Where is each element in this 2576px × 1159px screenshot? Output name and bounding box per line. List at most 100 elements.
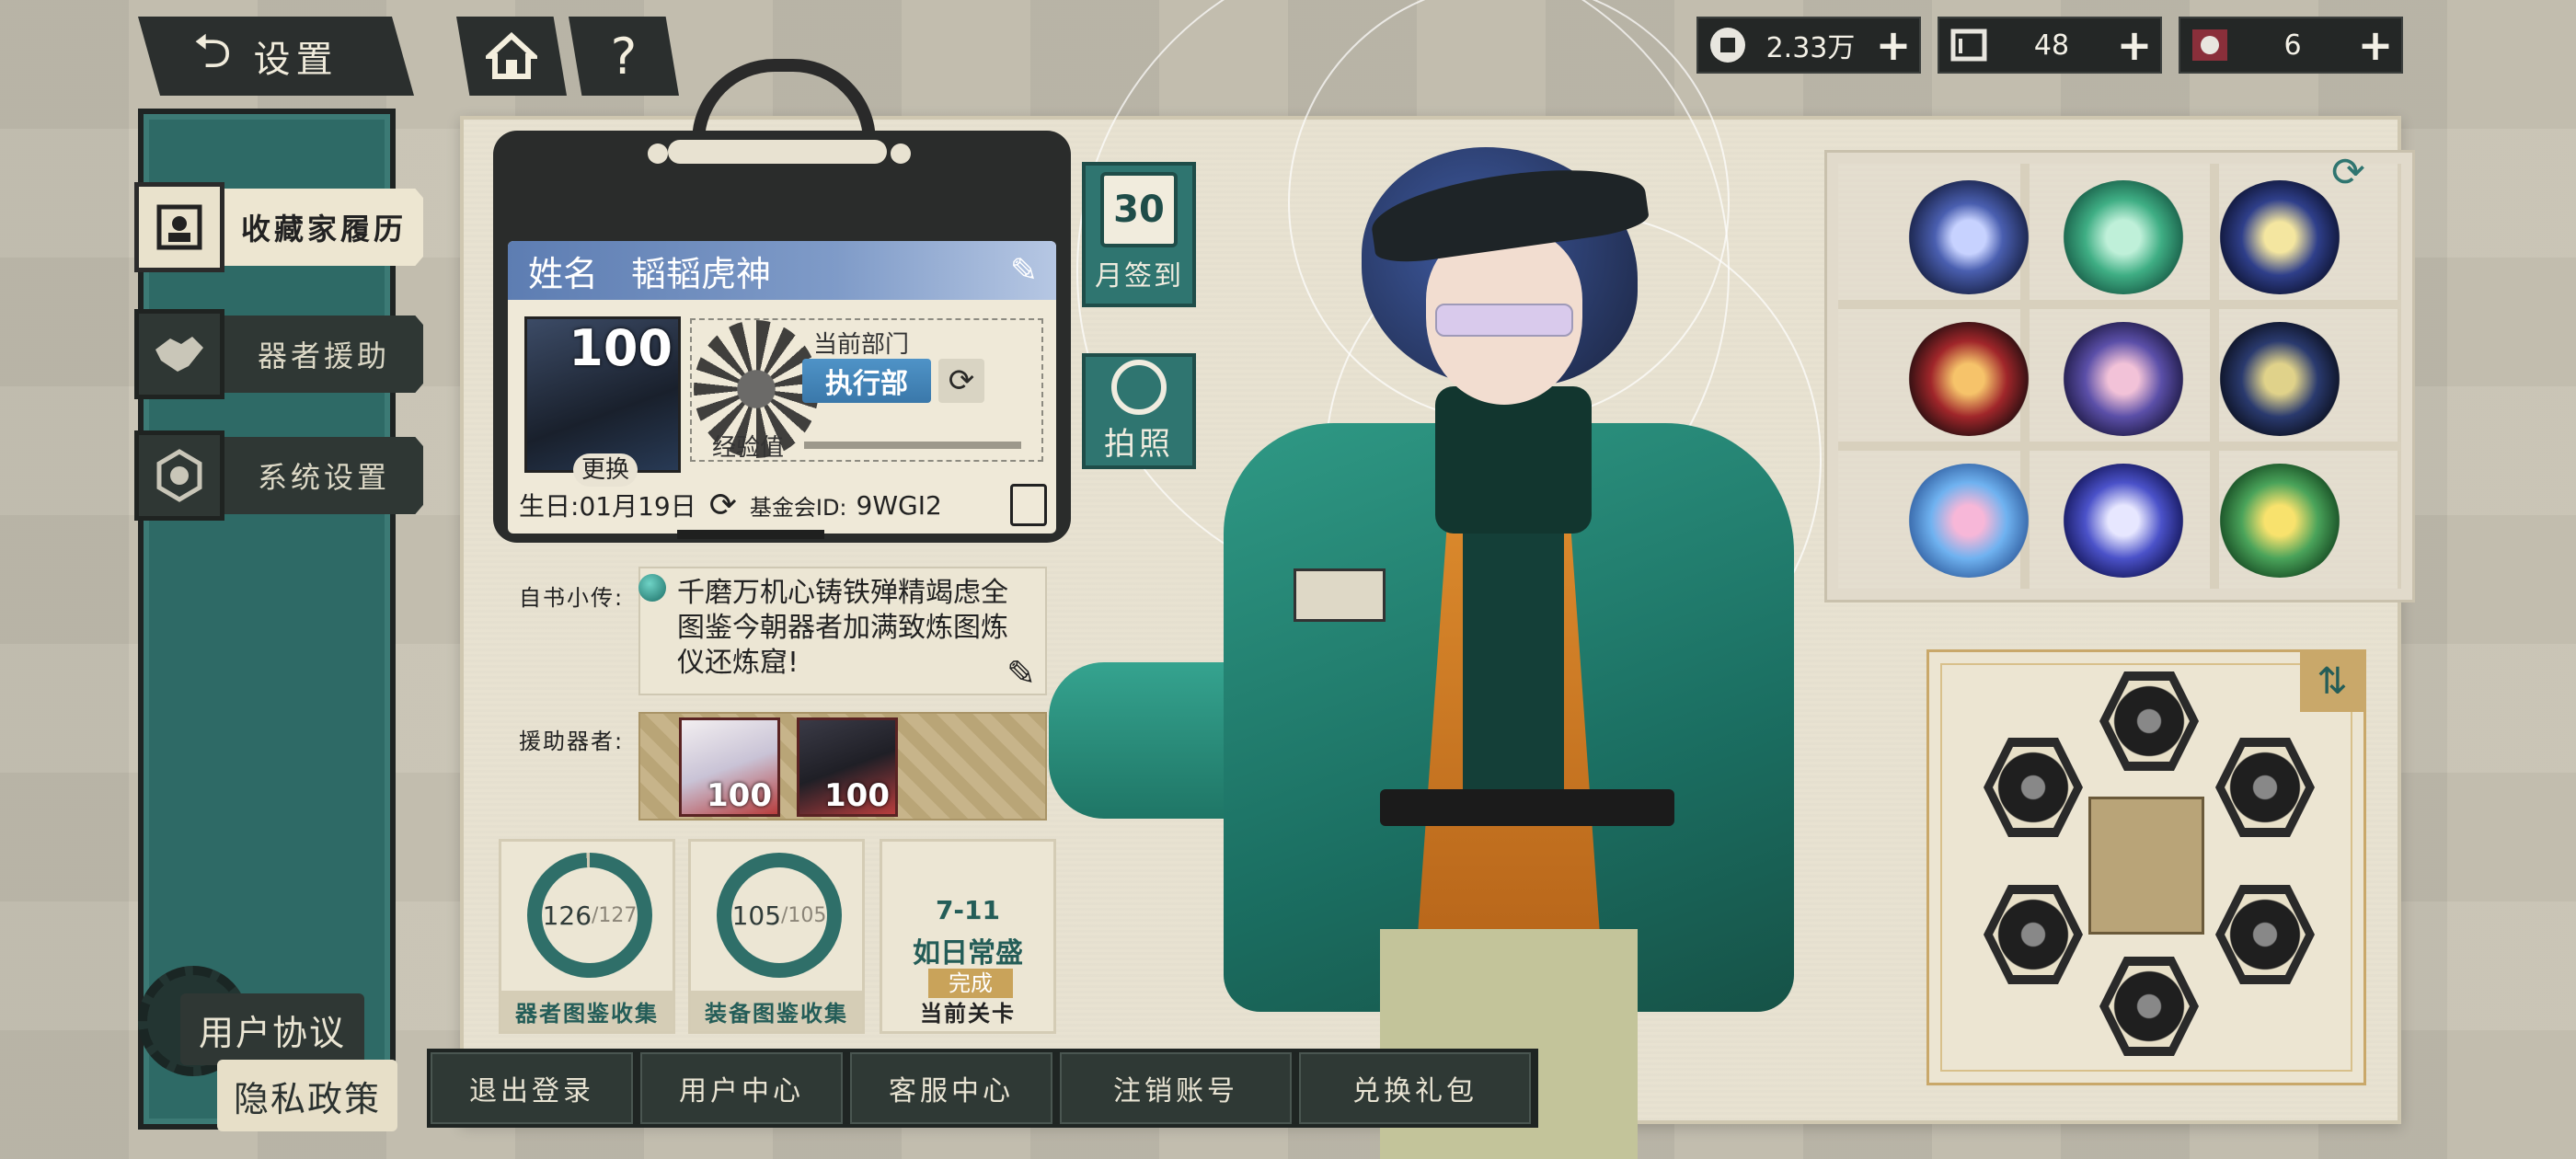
achievement-badge[interactable] [2061, 322, 2186, 436]
hero-total: /127 [592, 903, 638, 927]
assist-member-level: 100 [824, 777, 890, 814]
assist-member-card[interactable]: 100 [797, 717, 898, 817]
monthly-signin-button[interactable]: 30 月签到 [1082, 162, 1196, 307]
logout-button[interactable]: 退出登录 [431, 1052, 633, 1124]
equipment-progress-ring: 105/105 [717, 853, 842, 978]
card-hole [648, 143, 668, 164]
achievement-badge[interactable] [2217, 464, 2342, 578]
refresh-shelf-icon[interactable]: ⟳ [2331, 149, 2365, 196]
sidebar-item-collector-profile[interactable]: 收藏家履历 [134, 182, 423, 272]
bio-text: 千磨万机心铸铁殚精竭虑全图鉴今朝器者加满致炼图炼仪还炼窟! [677, 577, 1008, 679]
add-scroll-button[interactable]: + [2109, 20, 2160, 70]
equipment-total: /105 [781, 903, 827, 927]
coin-icon [1702, 19, 1754, 71]
department-label: 当前部门 [813, 331, 910, 359]
redeem-gift-button[interactable]: 兑换礼包 [1299, 1052, 1531, 1124]
avatar[interactable]: 100 更换 [524, 316, 681, 487]
achievement-badge[interactable] [2061, 464, 2186, 578]
sidebar-item-label: 收藏家履历 [224, 189, 423, 266]
photo-button[interactable]: 拍照 [1082, 353, 1196, 469]
ticket-value: 6 [2283, 29, 2302, 62]
character-id-badge [1294, 568, 1386, 622]
achievement-badge[interactable] [2061, 180, 2186, 294]
fund-id-value: 9WGI2 [856, 489, 942, 521]
current-stage-label: 当前关卡 [920, 1000, 1016, 1027]
shelf-divider [1838, 442, 2401, 451]
achievement-badge[interactable] [2217, 322, 2342, 436]
edit-name-icon[interactable]: ✎ [1010, 252, 1038, 290]
coin-value: 2.33万 [1765, 32, 1856, 64]
privacy-policy-button[interactable]: 隐私政策 [217, 1060, 397, 1131]
sidebar-item-assist[interactable]: 器者援助 [134, 309, 423, 399]
add-coin-button[interactable]: + [1868, 20, 1919, 70]
photo-label: 拍照 [1104, 425, 1174, 463]
currency-ticket: 6 + [2179, 17, 2403, 74]
character-glasses [1435, 304, 1573, 337]
hero-collection-stat[interactable]: 126/127 器者图鉴收集 [499, 839, 675, 1034]
center-scroll-emblem[interactable] [2088, 797, 2204, 935]
player-level: 100 [569, 319, 673, 377]
name-bar: 姓名 韬韬虎神 ✎ [508, 241, 1056, 300]
stage-name: 如日常盛 [913, 937, 1023, 970]
home-button[interactable] [456, 17, 567, 96]
copy-id-icon[interactable] [1010, 484, 1047, 526]
hero-current: 126 [542, 900, 592, 931]
scroll-value: 48 [2033, 29, 2070, 62]
equipment-collection-stat[interactable]: 105/105 装备图鉴收集 [688, 839, 865, 1034]
delete-account-button[interactable]: 注销账号 [1060, 1052, 1292, 1124]
assist-label: 援助器者: [519, 729, 625, 754]
card-footer: 生日: 01月19日 ⟳ 基金会ID: 9WGI2 [508, 476, 1056, 534]
id-card-face: 姓名 韬韬虎神 ✎ 100 更换 当前部门 执行部 ⟳ 经验值 生日: 01月1… [508, 241, 1056, 534]
gem-icon [638, 574, 666, 602]
achievement-badge[interactable] [2217, 180, 2342, 294]
id-card: 姓名 韬韬虎神 ✎ 100 更换 当前部门 执行部 ⟳ 经验值 生日: 01月1… [493, 131, 1071, 543]
monthly-signin-label: 月签到 [1095, 260, 1183, 293]
camera-icon [1111, 359, 1167, 415]
shelf-divider [1838, 300, 2401, 309]
back-label: 设置 [253, 39, 339, 81]
exp-bar [804, 442, 1021, 449]
equipment-progress-text: 105/105 [731, 867, 827, 963]
stage-number: 7-11 [935, 895, 1001, 925]
fund-id-label: 基金会ID: [749, 494, 847, 521]
back-arrow-icon: ⮌ [193, 23, 237, 79]
birthday-value: 01月19日 [579, 491, 696, 522]
hero-progress-text: 126/127 [542, 867, 638, 963]
player-name: 韬韬虎神 [631, 253, 772, 294]
back-button[interactable]: ⮌ 设置 [138, 17, 414, 96]
switch-emblem-icon[interactable]: ⇅ [2300, 651, 2364, 712]
achievement-badge[interactable] [1906, 464, 2031, 578]
name-label: 姓名 [528, 253, 599, 294]
current-stage-stat[interactable]: 7-11 如日常盛 完成 当前关卡 [880, 839, 1056, 1034]
character-neck [1435, 386, 1592, 534]
help-button[interactable]: ? [569, 17, 679, 96]
ticket-icon [2184, 19, 2236, 71]
assist-member-card[interactable]: 100 [679, 717, 780, 817]
sidebar-item-label: 器者援助 [224, 316, 423, 393]
sidebar-item-system-settings[interactable]: 系统设置 [134, 430, 423, 521]
add-ticket-button[interactable]: + [2350, 20, 2401, 70]
change-department-icon[interactable]: ⟳ [938, 359, 984, 403]
currency-scroll: 48 + [1938, 17, 2162, 74]
scroll-icon [1943, 19, 1995, 71]
equipment-current: 105 [731, 900, 782, 931]
achievement-badge[interactable] [1906, 180, 2031, 294]
achievement-badge[interactable] [1906, 322, 2031, 436]
change-birthday-icon[interactable]: ⟳ [709, 487, 737, 524]
customer-service-button[interactable]: 客服中心 [850, 1052, 1052, 1124]
card-slot [668, 140, 887, 164]
exp-label: 经验值 [712, 434, 785, 462]
user-center-button[interactable]: 用户中心 [640, 1052, 843, 1124]
character-belt [1380, 789, 1674, 826]
assist-member-level: 100 [707, 777, 772, 814]
user-agreement-button[interactable]: 用户协议 [180, 993, 364, 1065]
card-hole [891, 143, 911, 164]
bio-label: 自书小传: [519, 585, 625, 611]
department-value: 执行部 [802, 359, 931, 403]
currency-coin: 2.33万 + [1696, 17, 1921, 74]
handshake-icon [134, 309, 224, 399]
edit-bio-icon[interactable]: ✎ [1006, 653, 1036, 694]
birthday-label: 生日: [519, 491, 580, 522]
hero-collection-label: 器者图鉴收集 [501, 991, 673, 1031]
card-ribbon [677, 530, 824, 539]
